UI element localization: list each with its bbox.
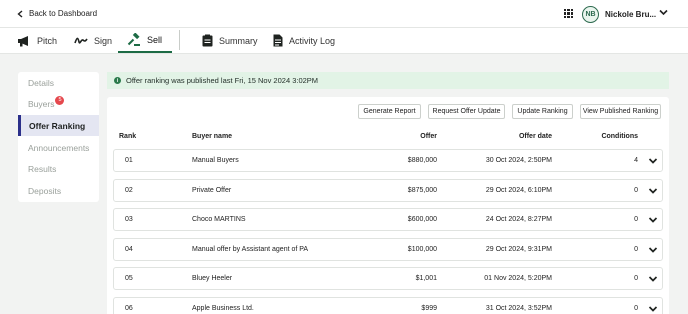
conditions-cell: 0 [634,245,638,253]
tab-label: Sell [147,34,163,45]
tab-summary[interactable]: Summary [202,28,258,53]
tab-activity-log[interactable]: Activity Log [273,28,335,53]
tab-label: Summary [219,35,258,46]
document-icon [273,34,283,47]
table-row[interactable]: 03 Choco MARTINS $600,000 24 Oct 2024, 8:27… [113,208,663,231]
buyer-name-cell: Manual Buyers [192,157,239,164]
tab-label: Sign [94,35,113,46]
offer-cell: $880,000 [407,157,437,164]
expand-chevron-icon[interactable] [648,186,658,198]
sidebar-item-buyers[interactable]: Buyers 5 [18,93,99,114]
sidebar-item-details[interactable]: Details [18,72,99,93]
sidebar-item-label: Deposits [28,185,62,196]
tab-sign[interactable]: Sign [74,28,112,53]
gavel-icon [127,32,140,46]
rank-cell: 03 [125,216,133,223]
section-tabs: Pitch Sign Sell Summary Activity Log [0,28,688,54]
column-header-rank: Rank [119,133,137,140]
chevron-down-icon[interactable] [658,7,669,18]
sidebar-item-announcements[interactable]: Announcements [18,137,99,158]
conditions-cell: 0 [634,186,638,194]
offer-date-cell: 24 Oct 2024, 8:27PM [485,216,552,223]
back-to-dashboard-link[interactable]: Back to Dashboard [17,9,97,18]
sidebar-item-deposits[interactable]: Deposits [18,180,99,201]
column-header-offer: Offer [420,133,437,140]
table-row[interactable]: 06 Apple Business Ltd. $999 31 Oct 2024, 3:… [113,296,663,314]
sidebar-item-label: Buyers [28,98,55,109]
sidebar-item-offer-ranking[interactable]: Offer Ranking [18,115,99,136]
sidebar-item-label: Details [28,77,54,88]
rank-cell: 02 [125,186,133,194]
buyer-name-cell: Manual offer by Assistant agent of PA [192,245,309,253]
apps-grid-icon[interactable] [564,9,573,18]
back-label: Back to Dashboard [29,9,98,18]
buyers-count-badge: 5 [55,95,65,105]
tab-sell[interactable]: Sell [118,28,173,53]
generate-report-button[interactable]: Generate Report [358,104,421,119]
sidebar-item-results[interactable]: Results [18,158,99,179]
offer-cell: $100,000 [407,245,437,253]
offer-date-cell: 30 Oct 2024, 2:50PM [485,157,552,164]
sidebar-item-label: Announcements [28,142,90,153]
table-row[interactable]: 01 Manual Buyers $880,000 30 Oct 2024, 2:50… [113,149,663,172]
buyer-name-cell: Choco MARTINS [192,216,246,223]
column-header-buyer: Buyer name [192,133,233,140]
tab-label: Activity Log [289,35,336,46]
offer-cell: $600,000 [407,216,437,223]
table-row[interactable]: 05 Bluey Heeler $1,001 01 Nov 2024, 5:20PM 0 [113,267,663,290]
offer-cell: $999 [421,304,437,312]
conditions-cell: 0 [634,275,638,282]
clipboard-icon [202,34,213,47]
rank-cell: 06 [125,304,133,312]
signature-icon [74,37,88,44]
sidebar-item-label: Results [28,163,57,174]
top-bar: Back to Dashboard NB Nickole Bru... [0,0,688,28]
offer-cell: $875,000 [407,186,437,194]
sell-sidebar: Details Buyers 5 Offer Ranking Announcem… [18,72,99,202]
rank-cell: 01 [125,157,133,164]
expand-chevron-icon[interactable] [648,156,658,168]
info-icon: i [114,77,121,84]
buyer-name-cell: Apple Business Ltd. [192,304,254,312]
table-row[interactable]: 02 Private Offer $875,000 29 Oct 2024, 6:10… [113,178,663,202]
tab-label: Pitch [37,35,58,46]
expand-chevron-icon[interactable] [648,245,658,257]
conditions-cell: 0 [634,304,638,312]
expand-chevron-icon[interactable] [648,215,658,227]
rank-cell: 04 [125,245,133,253]
offer-date-cell: 29 Oct 2024, 6:10PM [485,186,552,194]
expand-chevron-icon[interactable] [648,274,658,286]
column-header-offer-date: Offer date [518,133,552,140]
offer-ranking-panel: Generate Report Request Offer Update Upd… [107,97,669,314]
banner-text: Offer ranking was published last Fri, 15… [126,76,319,85]
table-row[interactable]: 04 Manual offer by Assistant agent of PA $… [113,237,663,261]
tab-pitch[interactable]: Pitch [17,28,57,53]
offer-date-cell: 29 Oct 2024, 9:31PM [485,245,552,253]
buyer-name-cell: Private Offer [192,186,232,194]
request-offer-update-button[interactable]: Request Offer Update [428,104,505,119]
tab-divider [179,30,180,50]
sidebar-item-label: Offer Ranking [29,120,86,131]
rank-cell: 05 [125,275,133,282]
column-header-conditions: Conditions [601,133,638,140]
conditions-cell: 4 [634,157,638,164]
expand-chevron-icon[interactable] [648,304,658,314]
conditions-cell: 0 [634,216,638,223]
view-published-ranking-button[interactable]: View Published Ranking [580,104,661,119]
chevron-left-icon [17,9,23,18]
megaphone-icon [18,35,28,46]
update-ranking-button[interactable]: Update Ranking [512,104,573,119]
offer-date-cell: 31 Oct 2024, 3:52PM [485,304,552,312]
offer-date-cell: 01 Nov 2024, 5:20PM [484,275,552,282]
published-banner: i Offer ranking was published last Fri, … [107,72,669,89]
user-name[interactable]: Nickole Bru... [605,10,656,19]
buyer-name-cell: Bluey Heeler [192,275,233,282]
offer-cell: $1,001 [415,275,437,282]
avatar[interactable]: NB [582,6,599,23]
